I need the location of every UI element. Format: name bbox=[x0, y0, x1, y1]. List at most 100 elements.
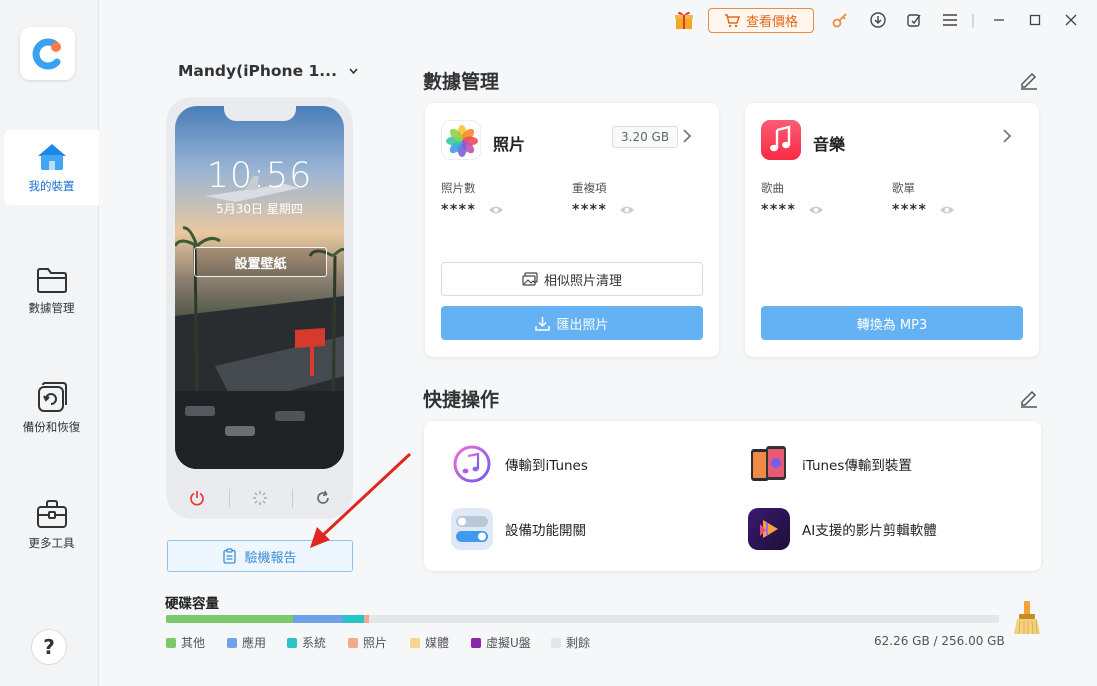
itunes-to-device-label: iTunes傳輸到裝置 bbox=[802, 458, 912, 474]
close-icon[interactable] bbox=[1060, 9, 1082, 31]
sidebar-item-data-management[interactable]: 數據管理 bbox=[4, 253, 99, 328]
broom-icon[interactable] bbox=[1012, 601, 1042, 635]
toolbox-icon bbox=[36, 499, 67, 528]
convert-mp3-button[interactable]: 轉換為 MP3 bbox=[761, 306, 1023, 340]
device-name: Mandy(iPhone 1... bbox=[178, 62, 337, 80]
legend-label: 虛擬U盤 bbox=[486, 636, 531, 650]
duplicates-value: **** bbox=[572, 202, 635, 218]
similar-photo-clean-label: 相似照片清理 bbox=[543, 273, 622, 289]
legend-swatch bbox=[166, 637, 176, 648]
photos-chevron-right-icon[interactable] bbox=[682, 129, 692, 147]
legend-swatch bbox=[410, 637, 420, 648]
legend-item: 剩餘 bbox=[551, 634, 590, 651]
phone-notch bbox=[224, 103, 296, 121]
video-editor-icon bbox=[748, 508, 790, 550]
legend-label: 剩餘 bbox=[566, 636, 591, 650]
itunes-to-device-item[interactable]: iTunes傳輸到裝置 bbox=[748, 442, 912, 486]
annotation-arrow bbox=[310, 452, 412, 548]
minimize-icon[interactable] bbox=[988, 9, 1010, 31]
legend-item: 媒體 bbox=[410, 634, 449, 651]
duplicates-label: 重複項 bbox=[572, 181, 607, 195]
legend-swatch bbox=[348, 637, 358, 648]
music-chevron-right-icon[interactable] bbox=[1002, 129, 1012, 147]
home-icon bbox=[37, 143, 66, 170]
photos-title: 照片 bbox=[493, 135, 526, 154]
transfer-to-itunes-item[interactable]: 傳輸到iTunes bbox=[451, 442, 588, 486]
eye-icon[interactable] bbox=[939, 205, 955, 215]
legend-swatch bbox=[227, 637, 237, 648]
duplicates-number: **** bbox=[572, 202, 608, 218]
toggle-icon bbox=[451, 508, 493, 550]
sidebar-item-my-device[interactable]: 我的裝置 bbox=[4, 130, 99, 205]
chevron-down-icon bbox=[349, 68, 358, 74]
storage-bar bbox=[166, 615, 999, 623]
help-button[interactable]: ? bbox=[31, 629, 67, 665]
app-logo bbox=[20, 27, 75, 80]
storage-segment bbox=[369, 615, 999, 623]
quick-actions-title: 快捷操作 bbox=[423, 389, 500, 411]
power-button[interactable] bbox=[167, 486, 227, 510]
legend-swatch bbox=[551, 637, 561, 648]
storage-title: 硬碟容量 bbox=[165, 596, 219, 612]
inspection-report-label: 驗機報告 bbox=[244, 550, 297, 566]
photo-count-number: **** bbox=[441, 202, 477, 218]
playlists-label: 歌單 bbox=[892, 181, 915, 195]
loading-button[interactable] bbox=[230, 486, 290, 510]
storage-segment bbox=[342, 615, 365, 623]
export-photos-label: 匯出照片 bbox=[556, 317, 609, 333]
photo-clean-icon bbox=[522, 272, 538, 286]
storage-used-text: 62.26 GB / 256.00 GB bbox=[874, 634, 1005, 648]
titlebar-divider: | bbox=[970, 12, 976, 28]
set-wallpaper-button[interactable]: 設置壁紙 bbox=[194, 247, 327, 277]
menu-icon[interactable] bbox=[939, 9, 961, 31]
feedback-icon[interactable] bbox=[903, 9, 925, 31]
photos-size-badge: 3.20 GB bbox=[612, 126, 679, 148]
sidebar-item-more-tools[interactable]: 更多工具 bbox=[4, 487, 99, 562]
device-toggle-item[interactable]: 設備功能開關 bbox=[451, 507, 586, 551]
legend-label: 應用 bbox=[242, 636, 267, 650]
maximize-icon[interactable] bbox=[1024, 9, 1046, 31]
itunes-icon bbox=[451, 443, 493, 485]
folder-icon bbox=[36, 267, 67, 293]
phone-date: 5月30日 星期四 bbox=[216, 202, 303, 216]
legend-item: 其他 bbox=[166, 634, 205, 651]
eye-icon[interactable] bbox=[488, 205, 504, 215]
legend-label: 照片 bbox=[363, 636, 388, 650]
eye-icon[interactable] bbox=[808, 205, 824, 215]
download-icon[interactable] bbox=[867, 9, 889, 31]
gift-icon[interactable] bbox=[671, 9, 697, 31]
clipboard-icon bbox=[223, 548, 237, 564]
help-label: ? bbox=[43, 635, 55, 659]
key-icon[interactable] bbox=[829, 9, 851, 31]
edit-quick-actions-icon[interactable] bbox=[1019, 388, 1039, 412]
edit-icon[interactable] bbox=[1019, 70, 1039, 94]
songs-number: **** bbox=[761, 202, 797, 218]
legend-label: 系統 bbox=[302, 636, 327, 650]
view-price-label: 查看價格 bbox=[745, 15, 798, 30]
legend-label: 其他 bbox=[181, 636, 206, 650]
storage-segment bbox=[166, 615, 293, 623]
legend-label: 媒體 bbox=[425, 636, 450, 650]
convert-mp3-label: 轉換為 MP3 bbox=[856, 317, 928, 333]
music-title: 音樂 bbox=[813, 135, 846, 154]
data-management-title: 數據管理 bbox=[423, 71, 500, 93]
photo-count-value: **** bbox=[441, 202, 504, 218]
eye-icon[interactable] bbox=[619, 205, 635, 215]
sidebar-item-label: 數據管理 bbox=[28, 300, 75, 315]
similar-photo-clean-button[interactable]: 相似照片清理 bbox=[441, 262, 703, 296]
songs-label: 歌曲 bbox=[761, 181, 784, 195]
playlists-number: **** bbox=[892, 202, 928, 218]
transfer-to-itunes-label: 傳輸到iTunes bbox=[505, 458, 588, 474]
legend-swatch bbox=[471, 637, 481, 648]
cart-icon bbox=[724, 13, 740, 27]
sidebar-item-label: 我的裝置 bbox=[28, 178, 75, 193]
export-photos-button[interactable]: 匯出照片 bbox=[441, 306, 703, 340]
legend-swatch bbox=[287, 637, 297, 648]
music-app-icon bbox=[761, 120, 801, 160]
device-selector[interactable]: Mandy(iPhone 1... bbox=[178, 62, 358, 80]
legend-item: 系統 bbox=[287, 634, 326, 651]
sidebar-item-label: 備份和恢復 bbox=[22, 419, 81, 434]
ai-video-editor-item[interactable]: AI支援的影片剪輯軟體 bbox=[748, 507, 937, 551]
view-price-button[interactable]: 查看價格 bbox=[708, 8, 814, 33]
sidebar-item-backup-restore[interactable]: 備份和恢復 bbox=[4, 370, 99, 445]
